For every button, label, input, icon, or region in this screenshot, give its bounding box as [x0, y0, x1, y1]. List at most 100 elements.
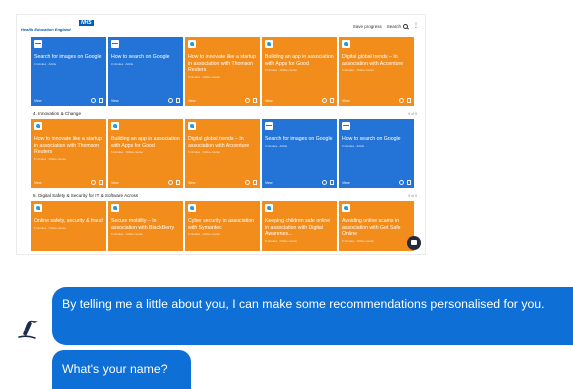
- bookmark-icon[interactable]: [99, 98, 103, 103]
- course-icon: [188, 204, 196, 212]
- card-title: How to innovate like a startup in associ…: [188, 54, 257, 74]
- view-link[interactable]: View: [188, 181, 196, 185]
- chat-launcher-icon[interactable]: [407, 236, 421, 250]
- section-count: 9 of 9: [408, 193, 417, 198]
- brand-logo: NHS Health Education England: [21, 20, 94, 32]
- course-icon: [265, 40, 273, 48]
- view-link[interactable]: View: [188, 99, 196, 103]
- course-icon: [111, 204, 119, 212]
- card-title: Digital global trends – In association w…: [188, 136, 250, 149]
- course-icon: [111, 122, 119, 130]
- course-card[interactable]: Cyber security in association with Syman…: [185, 201, 260, 251]
- card-meta: 5 minutes · Online course: [188, 74, 220, 79]
- course-card[interactable]: How to search on Google 3 minutes · Arti…: [339, 119, 414, 188]
- bird-mascot-icon: [18, 320, 38, 339]
- section-count: 9 of 9: [408, 111, 417, 116]
- course-card[interactable]: Secure mobility – In association with Bl…: [108, 201, 183, 251]
- course-card[interactable]: Digital global trends – In association w…: [185, 119, 260, 188]
- complete-icon[interactable]: [245, 180, 250, 185]
- course-card[interactable]: Digital global trends – In association w…: [339, 37, 414, 106]
- header-actions: Save progress Search ⋮: [353, 23, 419, 29]
- complete-icon[interactable]: [91, 98, 96, 103]
- bookmark-icon[interactable]: [253, 180, 257, 185]
- more-vert-icon[interactable]: ⋮: [413, 23, 419, 29]
- bookmark-icon[interactable]: [176, 98, 180, 103]
- save-progress-link[interactable]: Save progress: [353, 24, 382, 29]
- card-meta: 5 minutes · Online course: [34, 225, 66, 230]
- course-card[interactable]: Online safety, security & fraud 5 minute…: [31, 201, 106, 251]
- bookmark-icon[interactable]: [176, 180, 180, 185]
- complete-icon[interactable]: [245, 98, 250, 103]
- course-icon: [34, 204, 42, 212]
- course-icon: [188, 122, 196, 130]
- card-meta: 5 minutes · Online course: [265, 238, 297, 243]
- view-link[interactable]: View: [342, 99, 350, 103]
- card-title: Building an app in association with Apps…: [111, 136, 180, 149]
- complete-icon[interactable]: [399, 180, 404, 185]
- search-button[interactable]: Search: [386, 23, 408, 29]
- card-title: Avoiding online scams in association wit…: [342, 218, 401, 238]
- search-icon: [403, 23, 408, 29]
- view-link[interactable]: View: [111, 181, 119, 185]
- course-card[interactable]: Search for images on Google 3 minutes · …: [262, 119, 337, 188]
- card-meta: 5 minutes · Online course: [188, 150, 220, 155]
- bookmark-icon[interactable]: [330, 98, 334, 103]
- card-title: Digital global trends – In association w…: [342, 54, 404, 67]
- course-card[interactable]: How to search on Google 3 minutes · Arti…: [108, 37, 183, 106]
- course-card[interactable]: Building an app in association with Apps…: [108, 119, 183, 188]
- card-title: Online safety, security & fraud: [34, 218, 103, 224]
- section-header-digital-safety: 5. Digital Safety & Security for IT & So…: [17, 190, 425, 201]
- complete-icon[interactable]: [322, 98, 327, 103]
- article-icon: [265, 122, 273, 130]
- portal-header: NHS Health Education England Save progre…: [17, 15, 425, 37]
- card-meta: 5 minutes · Online course: [111, 150, 143, 155]
- course-card[interactable]: Avoiding online scams in association wit…: [339, 201, 414, 251]
- course-card[interactable]: Keeping children safe online in associat…: [262, 201, 337, 251]
- card-title: Keeping children safe online in associat…: [265, 218, 331, 238]
- view-link[interactable]: View: [265, 99, 273, 103]
- card-row-3: Online safety, security & fraud 5 minute…: [17, 201, 425, 251]
- complete-icon[interactable]: [168, 180, 173, 185]
- section-title: 5. Digital Safety & Security for IT & So…: [33, 193, 139, 198]
- complete-icon[interactable]: [322, 180, 327, 185]
- bookmark-icon[interactable]: [253, 98, 257, 103]
- course-icon: [34, 122, 42, 130]
- course-card[interactable]: How to innovate like a startup in associ…: [31, 119, 106, 188]
- card-meta: 3 minutes · Article: [111, 61, 134, 66]
- view-link[interactable]: View: [34, 99, 42, 103]
- bookmark-icon[interactable]: [330, 180, 334, 185]
- card-meta: 3 minutes · Article: [342, 143, 365, 148]
- view-link[interactable]: View: [265, 181, 273, 185]
- view-link[interactable]: View: [342, 181, 350, 185]
- article-icon: [34, 40, 42, 48]
- card-meta: 5 minutes · Online course: [342, 68, 374, 73]
- complete-icon[interactable]: [91, 180, 96, 185]
- card-title: Secure mobility – In association with Bl…: [111, 218, 175, 231]
- complete-icon[interactable]: [399, 98, 404, 103]
- card-meta: 5 minutes · Online course: [342, 238, 374, 243]
- search-label: Search: [386, 23, 401, 29]
- course-card[interactable]: Building an app in association with Apps…: [262, 37, 337, 106]
- complete-icon[interactable]: [168, 98, 173, 103]
- card-row-2: How to innovate like a startup in associ…: [17, 119, 425, 188]
- bookmark-icon[interactable]: [407, 180, 411, 185]
- course-icon: [342, 204, 350, 212]
- card-title: Search for images on Google: [34, 54, 102, 60]
- bookmark-icon[interactable]: [99, 180, 103, 185]
- bot-message: By telling me a little about you, I can …: [52, 287, 573, 345]
- view-link[interactable]: View: [111, 99, 119, 103]
- bot-message: What's your name?: [52, 350, 191, 389]
- course-card[interactable]: How to innovate like a startup in associ…: [185, 37, 260, 106]
- card-title: How to search on Google: [111, 54, 170, 60]
- embedded-screenshot: NHS Health Education England Save progre…: [16, 14, 426, 255]
- course-card[interactable]: Search for images on Google 3 minutes · …: [31, 37, 106, 106]
- card-meta: 5 minutes · Online course: [265, 68, 297, 73]
- card-title: Building an app in association with Apps…: [265, 54, 334, 67]
- bookmark-icon[interactable]: [407, 98, 411, 103]
- article-icon: [111, 40, 119, 48]
- card-meta: 5 minutes · Online course: [111, 232, 143, 237]
- bot-avatar: [13, 312, 43, 342]
- nhs-logo: NHS: [79, 20, 94, 26]
- course-icon: [342, 40, 350, 48]
- view-link[interactable]: View: [34, 181, 42, 185]
